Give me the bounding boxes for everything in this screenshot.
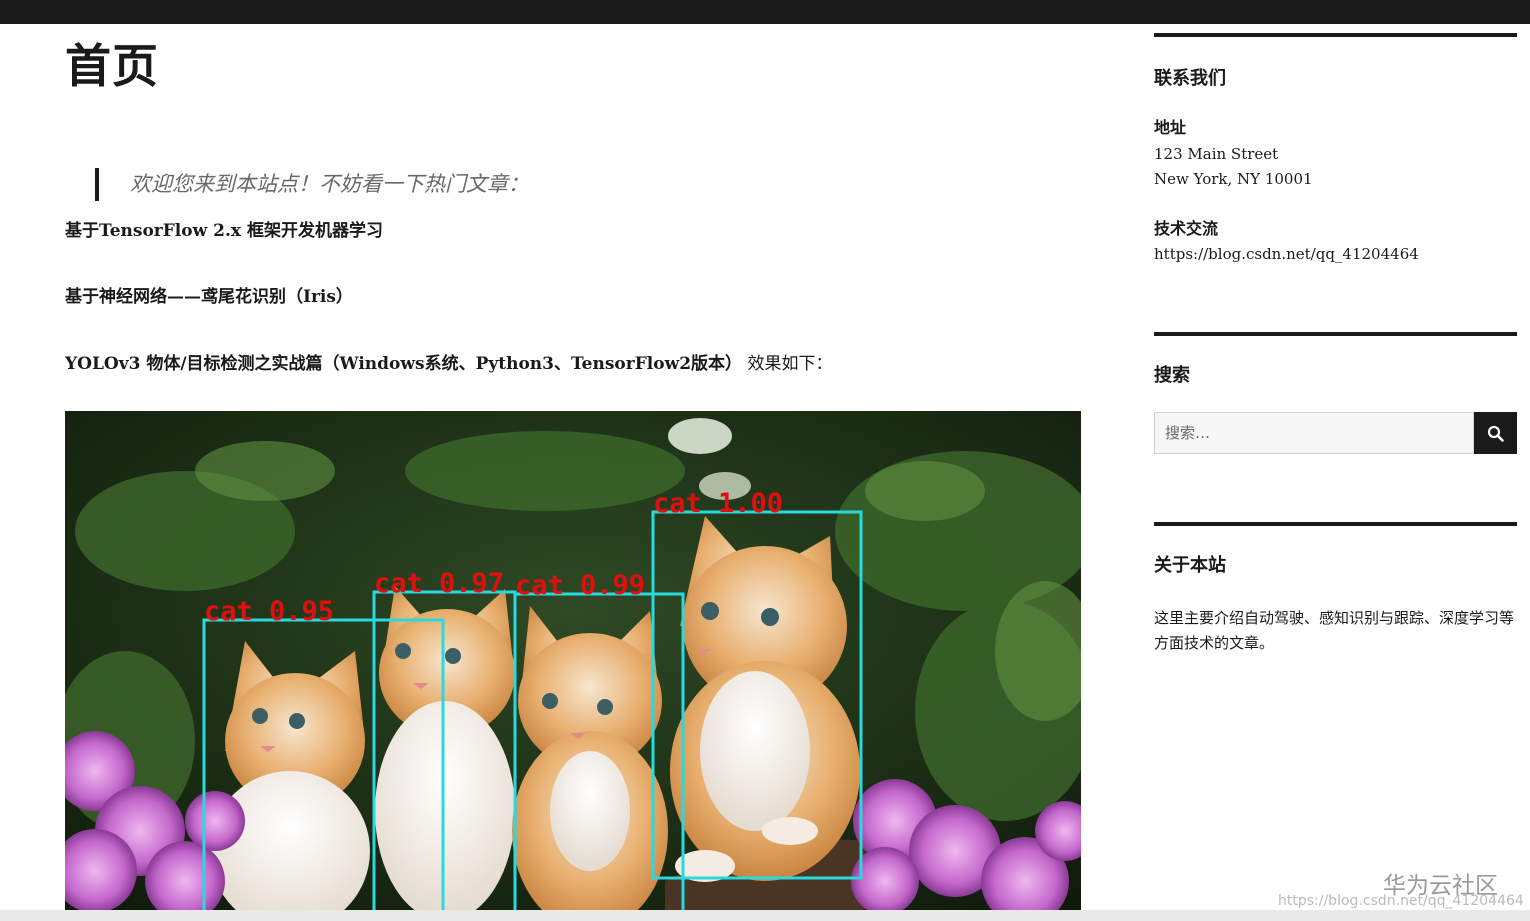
address-line-2: New York, NY 10001 — [1154, 170, 1313, 188]
article-item-yolov3: YOLOv3 物体/目标检测之实战篇（Windows系统、Python3、Ten… — [65, 349, 832, 374]
about-text: 这里主要介绍自动驾驶、感知识别与跟踪、深度学习等方面技术的文章。 — [1154, 609, 1515, 652]
tech-exchange-link[interactable]: https://blog.csdn.net/qq_41204464 — [1154, 243, 1419, 265]
search-widget: 搜索 — [1154, 332, 1517, 512]
main-content: 首页 欢迎您来到本站点！不妨看一下热门文章： 基于TensorFlow 2.x … — [65, 24, 1081, 910]
article-link-iris[interactable]: 基于神经网络——鸢尾花识别（Iris） — [65, 282, 353, 307]
detection-label: cat 0.97 — [374, 568, 504, 599]
article-suffix: 效果如下： — [742, 354, 833, 374]
blockquote-bar — [95, 168, 99, 201]
contact-widget: 联系我们 地址 123 Main Street New York, NY 100… — [1154, 33, 1517, 323]
detection-label: cat 1.00 — [653, 488, 783, 519]
search-input[interactable] — [1154, 412, 1474, 454]
about-widget: 关于本站 这里主要介绍自动驾驶、感知识别与跟踪、深度学习等方面技术的文章。 — [1154, 522, 1517, 722]
article-title: 基于TensorFlow 2.x 框架开发机器学习 — [65, 221, 383, 241]
contact-title: 联系我们 — [1154, 68, 1226, 89]
article-link-tensorflow[interactable]: 基于TensorFlow 2.x 框架开发机器学习 — [65, 216, 383, 241]
bottom-strip — [0, 910, 1530, 921]
detection-result-image: cat 0.95 cat 0.97 cat 0.99 cat 1.00 — [65, 411, 1081, 910]
page-title: 首页 — [65, 39, 159, 93]
search-title: 搜索 — [1154, 365, 1190, 386]
article-title[interactable]: YOLOv3 物体/目标检测之实战篇（Windows系统、Python3、Ten… — [65, 354, 742, 374]
detection-label: cat 0.99 — [515, 570, 645, 601]
search-icon — [1487, 425, 1504, 442]
about-title: 关于本站 — [1154, 555, 1226, 576]
address-label: 地址 — [1154, 118, 1187, 137]
article-title: 基于神经网络——鸢尾花识别（Iris） — [65, 287, 353, 307]
tech-exchange-label: 技术交流 — [1154, 219, 1219, 238]
top-bar — [0, 0, 1530, 24]
kittens-photo: cat 0.95 cat 0.97 cat 0.99 cat 1.00 — [65, 411, 1081, 910]
search-button[interactable] — [1474, 412, 1517, 454]
detection-label: cat 0.95 — [204, 596, 334, 627]
intro-text: 欢迎您来到本站点！不妨看一下热门文章： — [130, 172, 529, 196]
address-line-1: 123 Main Street — [1154, 145, 1279, 163]
watermark-url: https://blog.csdn.net/qq_41204464 — [1278, 893, 1524, 909]
